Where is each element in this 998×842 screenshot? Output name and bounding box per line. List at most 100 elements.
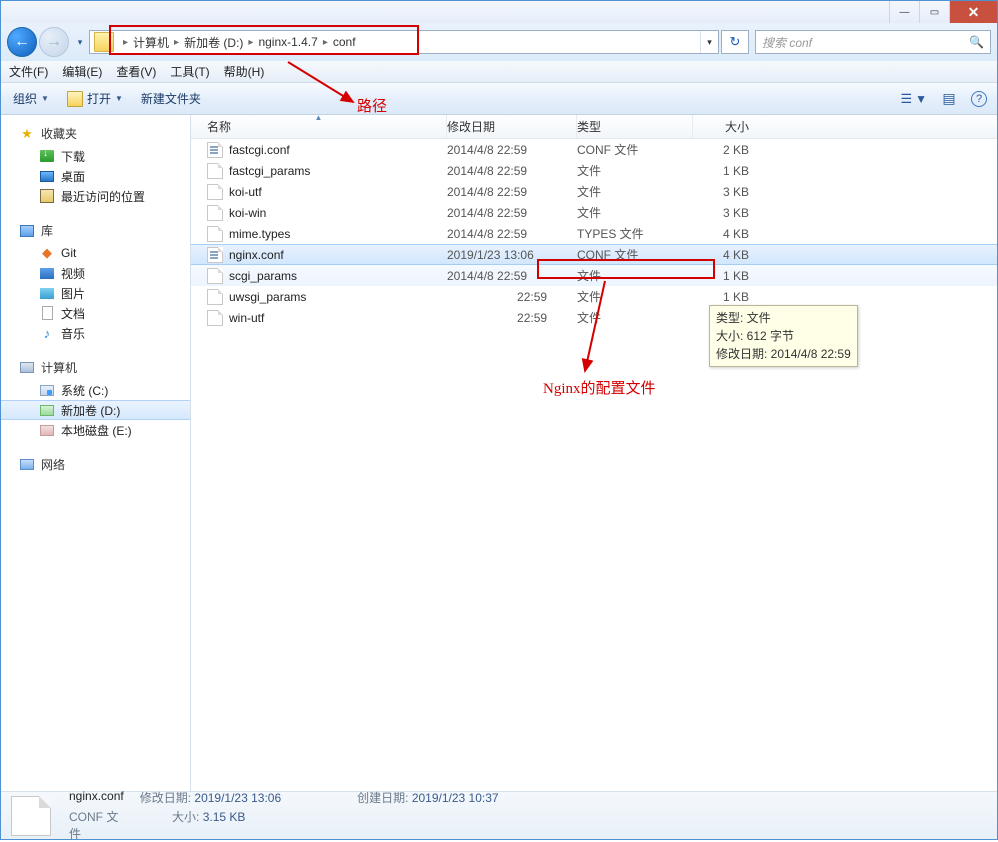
recent-icon [40, 189, 54, 203]
sidebar-item-label: 音乐 [61, 325, 85, 342]
menu-view[interactable]: 查看(V) [116, 63, 156, 80]
file-name: uwsgi_params [229, 290, 306, 304]
cell-date: 2014/4/8 22:59 [447, 227, 577, 241]
sidebar-item-drive-d[interactable]: 新加卷 (D:) [1, 400, 190, 420]
search-icon[interactable]: 🔍 [969, 35, 984, 49]
cell-type: CONF 文件 [577, 246, 693, 263]
breadcrumb[interactable]: ▸ 计算机 ▸ 新加卷 (D:) ▸ nginx-1.4.7 ▸ conf ▾ [89, 30, 719, 54]
status-filetype: CONF 文件 [69, 808, 127, 842]
sidebar-item-git[interactable]: ◆Git [1, 243, 190, 263]
breadcrumb-segment[interactable]: 计算机 [133, 34, 169, 51]
breadcrumb-segment[interactable]: conf [333, 35, 356, 49]
cell-type: 文件 [577, 309, 693, 326]
file-icon [207, 268, 223, 284]
cell-type: 文件 [577, 288, 693, 305]
maximize-button[interactable]: ▭ [919, 1, 949, 23]
back-button[interactable]: ← [7, 27, 37, 57]
sidebar-label: 网络 [41, 456, 65, 473]
column-size[interactable]: 大小 [693, 118, 769, 135]
picture-icon [40, 288, 54, 299]
menu-edit[interactable]: 编辑(E) [62, 63, 102, 80]
sidebar-item-music[interactable]: ♪ 音乐 [1, 323, 190, 343]
cell-type: CONF 文件 [577, 141, 693, 158]
sidebar: ★ 收藏夹 下载 桌面 最近访问的位置 库 ◆Git 视频 图片 文档 ♪ 音乐 [1, 115, 191, 791]
status-label: 修改日期: [140, 791, 191, 805]
menu-help[interactable]: 帮助(H) [224, 63, 265, 80]
view-button[interactable]: ☰ ▼ [900, 91, 927, 107]
table-row[interactable]: fastcgi_params2014/4/8 22:59文件1 KB [191, 160, 997, 181]
new-folder-button[interactable]: 新建文件夹 [141, 90, 201, 107]
open-button[interactable]: 打开 ▼ [67, 90, 123, 107]
sidebar-item-documents[interactable]: 文档 [1, 303, 190, 323]
preview-pane-button[interactable]: ▤ [941, 91, 957, 107]
star-icon: ★ [19, 126, 35, 142]
cell-name: win-utf [191, 310, 447, 326]
sidebar-head-computer[interactable]: 计算机 [1, 357, 190, 380]
refresh-button[interactable]: ↻ [721, 30, 749, 54]
sidebar-item-label: 下载 [61, 148, 85, 165]
cell-type: 文件 [577, 183, 693, 200]
table-row[interactable]: koi-win2014/4/8 22:59文件3 KB [191, 202, 997, 223]
video-icon [40, 268, 54, 279]
history-dropdown[interactable]: ▾ [71, 28, 89, 56]
sidebar-item-drive-e[interactable]: 本地磁盘 (E:) [1, 420, 190, 440]
column-name[interactable]: ▲ 名称 [191, 115, 447, 138]
file-icon [207, 226, 223, 242]
table-row[interactable]: win-utf 22:59文件4 KB [191, 307, 997, 328]
status-details: nginx.conf 修改日期: 2019/1/23 13:06 创建日期: 2… [69, 789, 499, 842]
cell-name: koi-utf [191, 184, 447, 200]
column-type[interactable]: 类型 [577, 115, 693, 138]
status-label: 创建日期: [357, 791, 408, 805]
forward-button[interactable]: → [39, 27, 69, 57]
sidebar-item-desktop[interactable]: 桌面 [1, 166, 190, 186]
menu-tools[interactable]: 工具(T) [170, 63, 209, 80]
table-row[interactable]: nginx.conf2019/1/23 13:06CONF 文件4 KB [191, 244, 997, 265]
help-button[interactable]: ? [971, 91, 987, 107]
sidebar-head-libraries[interactable]: 库 [1, 220, 190, 243]
cell-size: 2 KB [693, 143, 769, 157]
search-input[interactable]: 搜索 conf 🔍 [755, 30, 991, 54]
table-row[interactable]: koi-utf2014/4/8 22:59文件3 KB [191, 181, 997, 202]
sidebar-item-label: 图片 [61, 285, 85, 302]
sidebar-item-pictures[interactable]: 图片 [1, 283, 190, 303]
sidebar-head-network[interactable]: 网络 [1, 454, 190, 477]
file-icon [207, 289, 223, 305]
toolbar-right: ☰ ▼ ▤ ? [900, 91, 987, 107]
column-label: 名称 [207, 118, 231, 135]
breadcrumb-dropdown[interactable]: ▾ [700, 31, 718, 53]
sort-asc-icon: ▲ [315, 113, 323, 122]
breadcrumb-separator: ▸ [243, 37, 258, 48]
file-icon [207, 163, 223, 179]
minimize-button[interactable]: ― [889, 1, 919, 23]
sidebar-item-drive-c[interactable]: 系统 (C:) [1, 380, 190, 400]
table-row[interactable]: fastcgi.conf2014/4/8 22:59CONF 文件2 KB [191, 139, 997, 160]
organize-button[interactable]: 组织 ▼ [13, 90, 49, 107]
menubar: 文件(F) 编辑(E) 查看(V) 工具(T) 帮助(H) [1, 61, 997, 83]
table-row[interactable]: scgi_params2014/4/8 22:59文件1 KB [191, 265, 997, 286]
sidebar-item-downloads[interactable]: 下载 [1, 146, 190, 166]
breadcrumb-segment[interactable]: nginx-1.4.7 [258, 35, 317, 49]
file-name: fastcgi_params [229, 164, 310, 178]
table-row[interactable]: uwsgi_params 22:59文件1 KB [191, 286, 997, 307]
status-filename: nginx.conf [69, 789, 124, 806]
music-icon: ♪ [39, 325, 55, 341]
tooltip-line: 修改日期: 2014/4/8 22:59 [716, 345, 851, 363]
sidebar-item-label: 最近访问的位置 [61, 188, 145, 205]
tooltip-line: 类型: 文件 [716, 309, 851, 327]
status-value: 3.15 KB [203, 810, 246, 824]
breadcrumb-segment[interactable]: 新加卷 (D:) [184, 34, 243, 51]
status-value: 2019/1/23 10:37 [412, 791, 499, 805]
column-date[interactable]: 修改日期 [447, 115, 577, 138]
menu-file[interactable]: 文件(F) [9, 63, 48, 80]
sidebar-item-videos[interactable]: 视频 [1, 263, 190, 283]
statusbar: nginx.conf 修改日期: 2019/1/23 13:06 创建日期: 2… [1, 791, 997, 839]
sidebar-item-recent[interactable]: 最近访问的位置 [1, 186, 190, 206]
file-list[interactable]: fastcgi.conf2014/4/8 22:59CONF 文件2 KBfas… [191, 139, 997, 791]
document-icon [42, 306, 53, 320]
close-button[interactable]: ✕ [949, 1, 997, 23]
navbar: ← → ▾ ▸ 计算机 ▸ 新加卷 (D:) ▸ nginx-1.4.7 ▸ c… [1, 23, 997, 61]
table-row[interactable]: mime.types2014/4/8 22:59TYPES 文件4 KB [191, 223, 997, 244]
cell-date: 22:59 [447, 311, 577, 325]
sidebar-head-favorites[interactable]: ★ 收藏夹 [1, 123, 190, 146]
organize-label: 组织 [13, 90, 37, 107]
